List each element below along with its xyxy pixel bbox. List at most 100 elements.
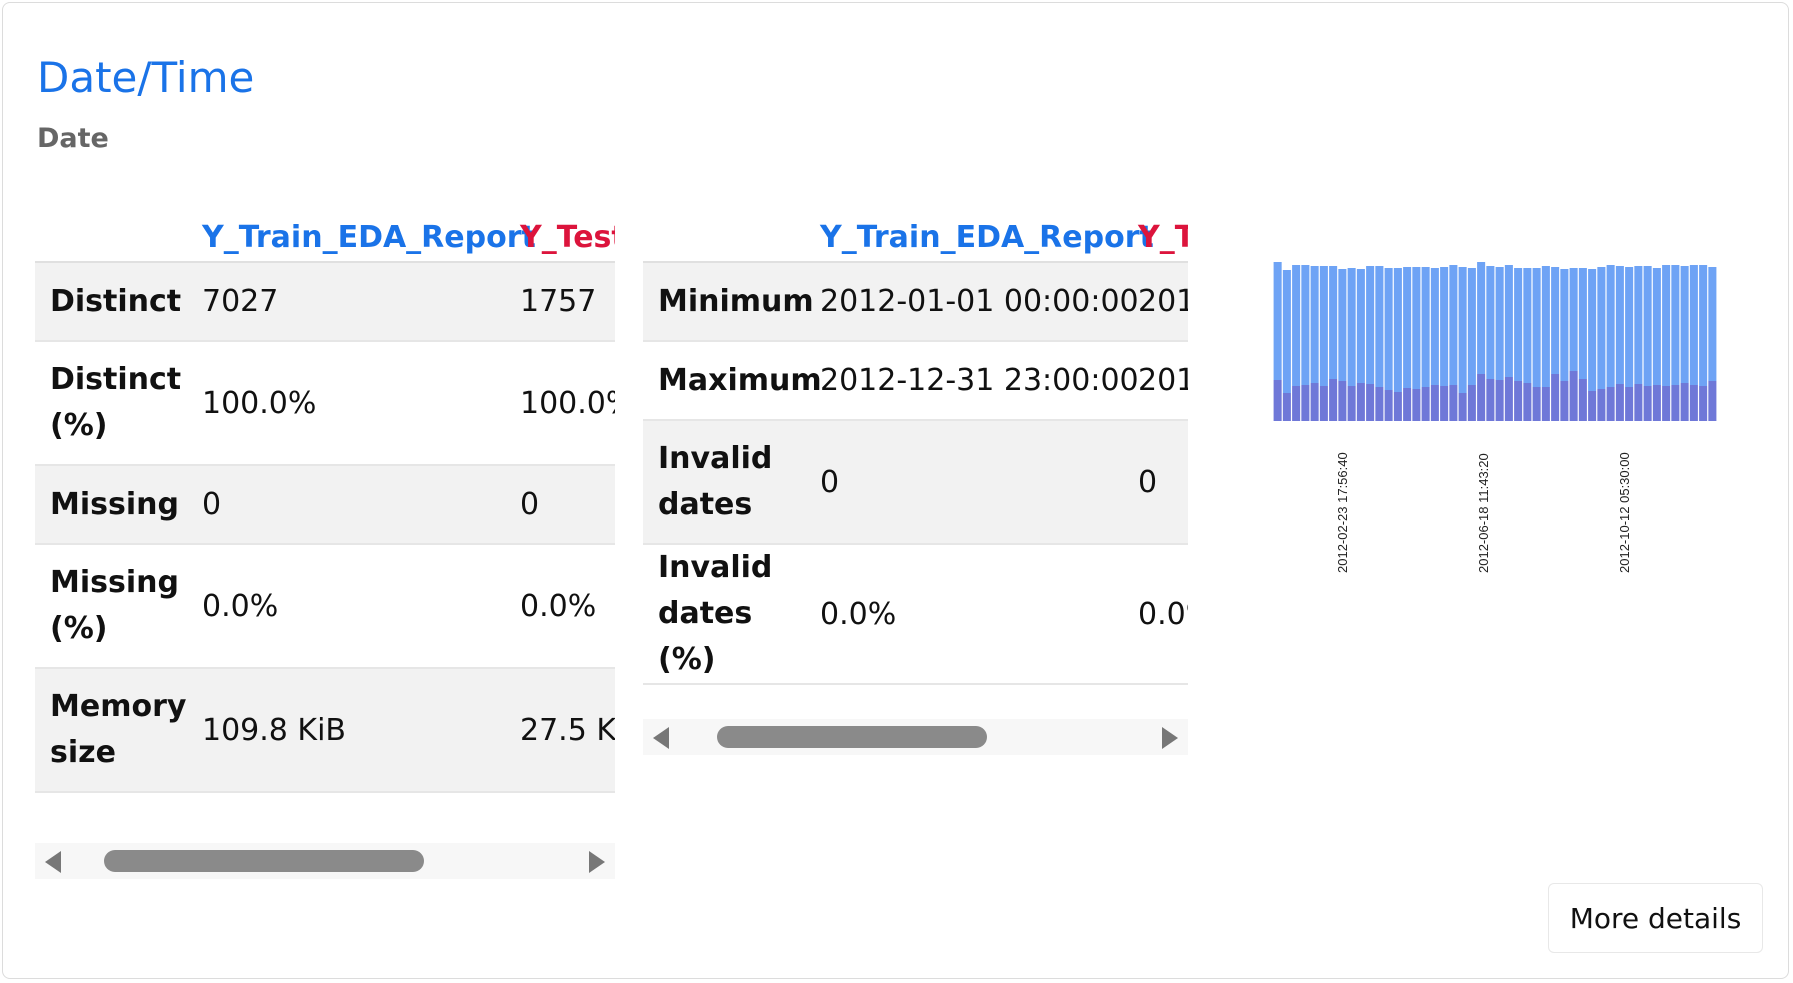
variable-type: Date (37, 123, 109, 154)
cell-test: 0.0% (1138, 596, 1188, 632)
row-label: Minimum (658, 283, 814, 319)
row-label: Distinct (%) (50, 362, 182, 443)
histogram-bar-train (1273, 262, 1282, 380)
row-label: Invalid dates (658, 441, 773, 522)
histogram-bar-test (1310, 383, 1319, 421)
row-label: Invalid dates (%) (658, 550, 773, 677)
histogram-bar-train (1412, 267, 1421, 389)
variable-card: Date/Time Date Y_Train_EDA_Report Y_Test… (2, 2, 1789, 979)
histogram-bar-train (1477, 262, 1486, 374)
histogram-bar-test (1662, 386, 1671, 421)
cell-train: 0.0% (202, 588, 279, 624)
histogram-bar-train (1680, 266, 1689, 383)
histogram-bar-train (1347, 268, 1356, 386)
histogram-bar-train (1652, 268, 1661, 385)
column-header-train: Y_Train_EDA_Report (202, 213, 536, 263)
cell-train: 0 (202, 487, 222, 522)
histogram-bar-train (1643, 266, 1652, 386)
histogram-bar-train (1384, 268, 1393, 390)
histogram-bar-test (1393, 392, 1402, 421)
histogram-bar-test (1421, 387, 1430, 421)
histogram-bar-train (1467, 268, 1476, 385)
table-row: Missing 0 0 (35, 465, 615, 544)
histogram-bar-test (1560, 381, 1569, 421)
column-header-test: Y_Test_EDA_Report (1138, 213, 1188, 263)
histogram-bar-test (1541, 387, 1550, 421)
histogram-bar-train (1634, 266, 1643, 384)
horizontal-scrollbar-right[interactable] (643, 719, 1188, 755)
histogram-bar-train (1449, 265, 1458, 385)
histogram-bar-train (1338, 269, 1347, 381)
histogram-bar-train (1310, 266, 1319, 383)
scrollbar-thumb[interactable] (103, 850, 424, 872)
histogram-bar-train (1504, 265, 1513, 377)
x-tick-label: 2012-10-12 05:30:00 (1617, 452, 1632, 573)
column-header-train: Y_Train_EDA_Report (820, 213, 1154, 263)
table-row: Missing (%) 0.0% 0.0% (35, 544, 615, 668)
histogram-bar-test (1273, 380, 1282, 421)
scrollbar-thumb[interactable] (717, 726, 987, 748)
histogram-bar-train (1671, 265, 1680, 385)
table-row: Distinct 7027 1757 (35, 262, 615, 341)
horizontal-scrollbar-left[interactable] (35, 843, 615, 879)
histogram-bar-train (1375, 266, 1384, 387)
cell-test: 2012-01-01 00:00:00 (1138, 284, 1188, 319)
histogram-bar-train (1699, 265, 1708, 386)
histogram-bar-test (1708, 381, 1717, 421)
histogram-bar-test (1588, 391, 1597, 421)
histogram-bar-train (1578, 268, 1587, 379)
histogram-bar-train (1486, 266, 1495, 379)
cell-test: 100.0% (520, 385, 615, 421)
histogram-bar-train (1662, 265, 1671, 386)
table-row: Maximum 2012-12-31 23:00:00 2012-12-31 2… (643, 341, 1188, 420)
histogram-bar-train (1319, 266, 1328, 386)
histogram-bar-train (1532, 268, 1541, 387)
scroll-right-arrow-icon[interactable] (1162, 727, 1178, 749)
histogram-bar-test (1319, 386, 1328, 421)
histogram-bar-test (1578, 379, 1587, 421)
histogram-bar-train (1458, 267, 1467, 393)
histogram-bar-test (1643, 386, 1652, 421)
cell-test: 2012-12-31 23:00:00 (1138, 363, 1188, 398)
row-label: Missing (%) (50, 565, 179, 646)
histogram-bar-test (1440, 386, 1449, 421)
histogram-bar-train (1495, 267, 1504, 380)
cell-test: 0 (1138, 464, 1158, 500)
histogram-bar-test (1680, 383, 1689, 421)
histogram-bar-test (1329, 379, 1338, 421)
cell-train: 2012-12-31 23:00:00 (820, 363, 1139, 398)
histogram-bar-test (1449, 385, 1458, 421)
histogram-bar-test (1356, 383, 1365, 421)
cell-train: 2012-01-01 00:00:00 (820, 284, 1139, 319)
histogram-bar-train (1615, 266, 1624, 384)
histogram-bar-train (1569, 268, 1578, 371)
histogram-bar-train (1366, 266, 1375, 384)
stats-table-left: Y_Train_EDA_Report Y_Test_EDA_Report Dis… (35, 213, 615, 815)
x-tick-label: 2012-02-23 17:56:40 (1335, 452, 1350, 573)
histogram-bar-test (1615, 384, 1624, 421)
column-header-test: Y_Test_EDA_Report (520, 213, 615, 263)
histogram-bar-test (1689, 385, 1698, 421)
scroll-right-arrow-icon[interactable] (589, 851, 605, 873)
histogram-bar-test (1338, 381, 1347, 421)
more-details-button[interactable]: More details (1548, 883, 1763, 953)
histogram-bar-train (1597, 267, 1606, 389)
histogram-bar-train (1588, 269, 1597, 391)
histogram-bar-test (1634, 384, 1643, 421)
scroll-left-arrow-icon[interactable] (653, 727, 669, 749)
histogram-bar-test (1606, 387, 1615, 421)
histogram-bar-train (1708, 267, 1717, 381)
table-row: Memory size 109.8 KiB 27.5 KiB (35, 668, 615, 792)
histogram-bar-train (1301, 265, 1310, 385)
scroll-left-arrow-icon[interactable] (45, 851, 61, 873)
histogram-bar-train (1560, 269, 1569, 381)
histogram-bar-train (1282, 270, 1291, 393)
histogram-bar-test (1523, 383, 1532, 421)
histogram-bar-train (1356, 269, 1365, 383)
cell-train: 0 (820, 464, 840, 500)
histogram-bar-train (1329, 266, 1338, 379)
histogram-bar-train (1440, 267, 1449, 386)
histogram-bar-test (1625, 387, 1634, 421)
histogram-bar-test (1652, 385, 1661, 421)
stats-table-right: Y_Train_EDA_Report Y_Test_EDA_Report Min… (643, 213, 1188, 693)
